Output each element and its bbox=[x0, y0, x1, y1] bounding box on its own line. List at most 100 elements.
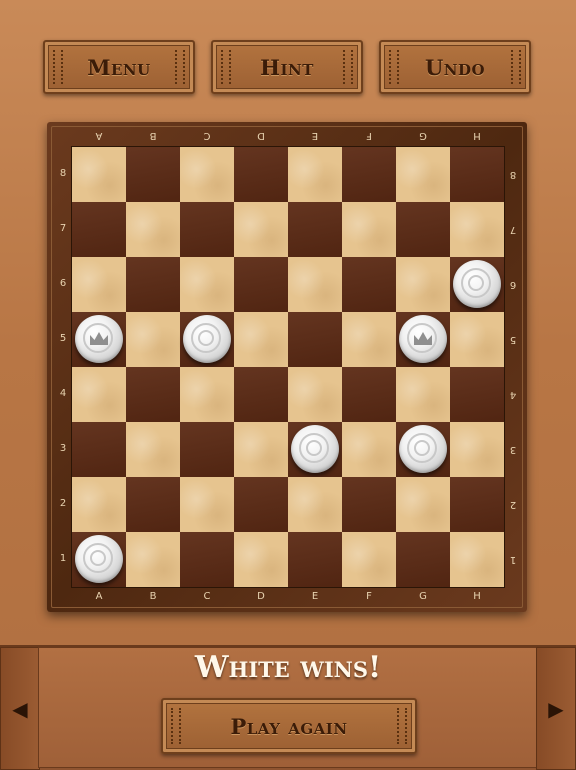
board-square-e7[interactable] bbox=[288, 202, 342, 257]
board-square-b5[interactable] bbox=[126, 312, 180, 367]
board-square-f6[interactable] bbox=[342, 257, 396, 312]
white-king-piece[interactable] bbox=[399, 315, 447, 363]
board-square-c2[interactable] bbox=[180, 477, 234, 532]
board-square-f1[interactable] bbox=[342, 532, 396, 587]
board-square-d4[interactable] bbox=[234, 367, 288, 422]
file-label-top: C bbox=[203, 130, 211, 141]
white-king-piece[interactable] bbox=[75, 315, 123, 363]
ornament-icon bbox=[511, 50, 521, 84]
white-man-piece[interactable] bbox=[75, 535, 123, 583]
rank-label-right: 8 bbox=[509, 169, 517, 180]
undo-button-label: Undo bbox=[424, 54, 486, 80]
hint-button[interactable]: Hint bbox=[211, 40, 363, 94]
board-square-f3[interactable] bbox=[342, 422, 396, 477]
board-square-a6[interactable] bbox=[72, 257, 126, 312]
board-square-b6[interactable] bbox=[126, 257, 180, 312]
board-square-c7[interactable] bbox=[180, 202, 234, 257]
board-square-f7[interactable] bbox=[342, 202, 396, 257]
board-square-e5[interactable] bbox=[288, 312, 342, 367]
board-square-a5[interactable] bbox=[72, 312, 126, 367]
board-square-h7[interactable] bbox=[450, 202, 504, 257]
white-man-piece[interactable] bbox=[399, 425, 447, 473]
board-square-f2[interactable] bbox=[342, 477, 396, 532]
board-square-f5[interactable] bbox=[342, 312, 396, 367]
board-square-e4[interactable] bbox=[288, 367, 342, 422]
board-square-h3[interactable] bbox=[450, 422, 504, 477]
board-square-b2[interactable] bbox=[126, 477, 180, 532]
next-button[interactable]: ▶ bbox=[536, 647, 576, 770]
right-arrow-icon: ▶ bbox=[548, 696, 564, 721]
menu-button[interactable]: Menu bbox=[43, 40, 195, 94]
board-square-c3[interactable] bbox=[180, 422, 234, 477]
board-square-d6[interactable] bbox=[234, 257, 288, 312]
board-square-d3[interactable] bbox=[234, 422, 288, 477]
board-square-c1[interactable] bbox=[180, 532, 234, 587]
left-arrow-icon: ◀ bbox=[12, 696, 28, 721]
file-label-top: E bbox=[311, 130, 319, 141]
board-square-c8[interactable] bbox=[180, 147, 234, 202]
board-square-h8[interactable] bbox=[450, 147, 504, 202]
file-label-bottom: B bbox=[149, 591, 157, 602]
file-label-bottom: D bbox=[257, 591, 265, 602]
board-square-a8[interactable] bbox=[72, 147, 126, 202]
board-square-g8[interactable] bbox=[396, 147, 450, 202]
board-square-g6[interactable] bbox=[396, 257, 450, 312]
board-square-e8[interactable] bbox=[288, 147, 342, 202]
board-square-h5[interactable] bbox=[450, 312, 504, 367]
board-square-a4[interactable] bbox=[72, 367, 126, 422]
previous-button[interactable]: ◀ bbox=[0, 647, 40, 770]
file-label-top: A bbox=[95, 130, 103, 141]
board-square-a7[interactable] bbox=[72, 202, 126, 257]
board-square-e3[interactable] bbox=[288, 422, 342, 477]
ornament-icon bbox=[171, 708, 181, 744]
board-square-h1[interactable] bbox=[450, 532, 504, 587]
board-square-g5[interactable] bbox=[396, 312, 450, 367]
ornament-icon bbox=[175, 50, 185, 84]
board-square-d2[interactable] bbox=[234, 477, 288, 532]
board-square-h4[interactable] bbox=[450, 367, 504, 422]
board-square-g2[interactable] bbox=[396, 477, 450, 532]
board-square-d5[interactable] bbox=[234, 312, 288, 367]
rank-label-right: 4 bbox=[509, 389, 517, 400]
board-square-e1[interactable] bbox=[288, 532, 342, 587]
board-square-d7[interactable] bbox=[234, 202, 288, 257]
board-square-b1[interactable] bbox=[126, 532, 180, 587]
board-square-c5[interactable] bbox=[180, 312, 234, 367]
play-again-button-label: Play again bbox=[230, 713, 348, 739]
white-man-piece[interactable] bbox=[291, 425, 339, 473]
board-square-b7[interactable] bbox=[126, 202, 180, 257]
file-label-bottom: E bbox=[311, 591, 319, 602]
file-label-top: G bbox=[419, 130, 427, 141]
undo-button[interactable]: Undo bbox=[379, 40, 531, 94]
board-square-g7[interactable] bbox=[396, 202, 450, 257]
board-square-c4[interactable] bbox=[180, 367, 234, 422]
board-square-b3[interactable] bbox=[126, 422, 180, 477]
board-square-f4[interactable] bbox=[342, 367, 396, 422]
checkers-board[interactable] bbox=[72, 147, 504, 587]
board-square-b4[interactable] bbox=[126, 367, 180, 422]
file-label-bottom: H bbox=[473, 591, 481, 602]
ornament-icon bbox=[221, 50, 231, 84]
board-square-b8[interactable] bbox=[126, 147, 180, 202]
board-square-g3[interactable] bbox=[396, 422, 450, 477]
play-again-button[interactable]: Play again bbox=[161, 698, 417, 754]
board-square-d1[interactable] bbox=[234, 532, 288, 587]
board-square-a2[interactable] bbox=[72, 477, 126, 532]
board-square-c6[interactable] bbox=[180, 257, 234, 312]
board-square-e2[interactable] bbox=[288, 477, 342, 532]
board-square-g1[interactable] bbox=[396, 532, 450, 587]
board-square-g4[interactable] bbox=[396, 367, 450, 422]
board-square-f8[interactable] bbox=[342, 147, 396, 202]
white-man-piece[interactable] bbox=[453, 260, 501, 308]
white-man-piece[interactable] bbox=[183, 315, 231, 363]
board-square-h2[interactable] bbox=[450, 477, 504, 532]
board-square-a1[interactable] bbox=[72, 532, 126, 587]
crown-icon bbox=[90, 332, 108, 345]
ornament-icon bbox=[343, 50, 353, 84]
board-square-d8[interactable] bbox=[234, 147, 288, 202]
game-status-message: White wins! bbox=[194, 650, 382, 685]
board-square-e6[interactable] bbox=[288, 257, 342, 312]
board-square-h6[interactable] bbox=[450, 257, 504, 312]
board-square-a3[interactable] bbox=[72, 422, 126, 477]
rank-label-left: 7 bbox=[59, 223, 67, 234]
